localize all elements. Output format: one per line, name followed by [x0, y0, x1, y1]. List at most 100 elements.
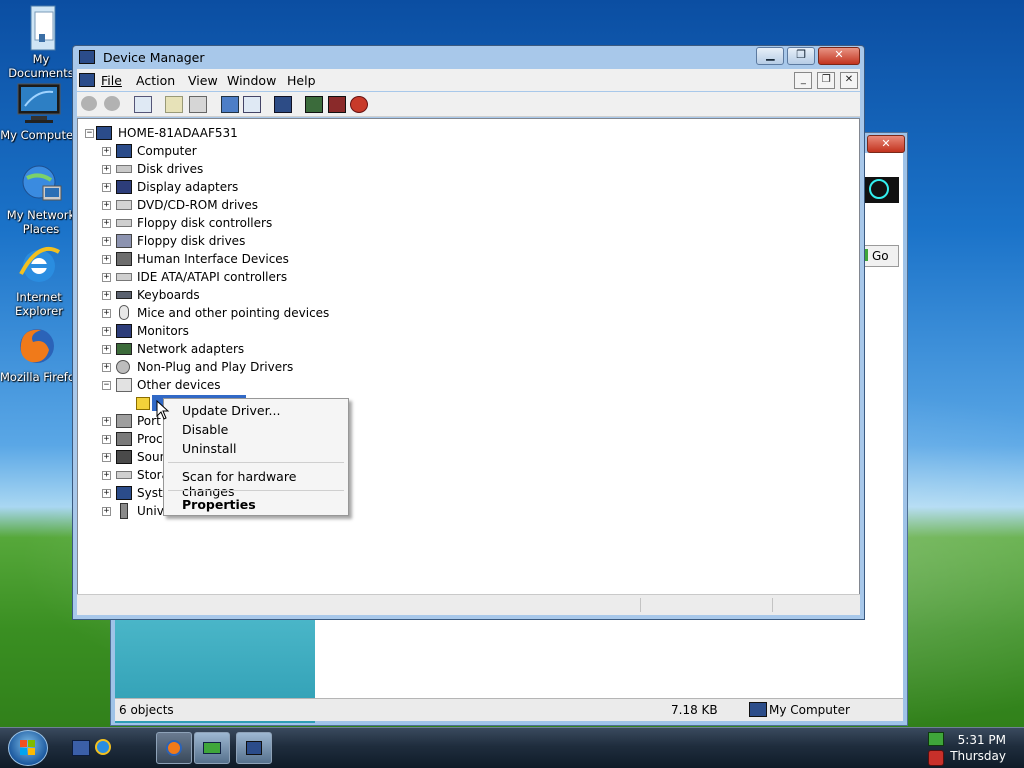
action-pane-icon[interactable] — [243, 96, 261, 113]
expand-icon[interactable]: + — [102, 291, 111, 300]
expand-icon[interactable]: + — [102, 507, 111, 516]
menu-item-update-driver[interactable]: Update Driver... — [182, 403, 280, 418]
computer-icon — [96, 126, 112, 140]
desktop-icon-mozilla-firefox[interactable]: Mozilla Firefox — [0, 324, 74, 384]
status-objects: 6 objects — [119, 703, 174, 717]
security-shield-icon[interactable] — [928, 750, 944, 766]
port-icon — [116, 414, 132, 428]
help-icon[interactable] — [221, 96, 239, 113]
mdi-close-button[interactable]: ✕ — [840, 72, 858, 89]
tree-item[interactable]: + Floppy disk drives — [78, 233, 778, 251]
window-title: Device Manager — [102, 50, 205, 65]
window-title-bar[interactable]: Device Manager — [79, 50, 205, 68]
driver-gear-icon — [116, 360, 130, 374]
computer-icon — [749, 702, 767, 717]
expand-icon[interactable]: + — [102, 183, 111, 192]
menu-file[interactable]: File — [101, 73, 122, 88]
menu-action[interactable]: Action — [136, 73, 175, 88]
processor-icon — [116, 432, 132, 446]
tree-item[interactable]: + DVD/CD-ROM drives — [78, 197, 778, 215]
tree-root[interactable]: − HOME-81ADAAF531 — [78, 125, 778, 143]
disable-device-icon[interactable] — [328, 96, 346, 113]
menu-item-disable[interactable]: Disable — [182, 422, 228, 437]
show-desktop-icon[interactable] — [72, 740, 90, 756]
mdi-minimize-button[interactable]: _ — [794, 72, 813, 89]
taskbar-button-device-manager[interactable] — [236, 732, 272, 764]
menu-window[interactable]: Window — [227, 73, 276, 88]
expand-icon[interactable]: + — [102, 201, 111, 210]
device-manager-window[interactable]: Device Manager ▁ ❐ ✕ File Action View Wi… — [72, 45, 865, 620]
firefox-icon — [15, 324, 59, 368]
quick-launch-ie-icon[interactable] — [95, 739, 111, 755]
collapse-icon[interactable]: − — [102, 381, 111, 390]
computer-icon — [116, 144, 132, 158]
device-tree[interactable]: − HOME-81ADAAF531 + Computer + Disk driv… — [77, 118, 860, 595]
expand-icon[interactable]: + — [102, 489, 111, 498]
collapse-icon[interactable]: − — [85, 129, 94, 138]
folder-icon — [19, 4, 63, 51]
show-hide-tree-icon[interactable] — [134, 96, 152, 113]
menu-view[interactable]: View — [188, 73, 218, 88]
update-driver-icon[interactable] — [305, 96, 323, 113]
expand-icon[interactable]: + — [102, 363, 111, 372]
expand-icon[interactable]: + — [102, 471, 111, 480]
tree-item-label: Network adapters — [137, 342, 245, 356]
desktop-icon-my-computer[interactable]: My Computer — [0, 82, 78, 142]
taskbar-button-explorer[interactable] — [194, 732, 230, 764]
status-divider — [772, 598, 773, 612]
menu-item-uninstall[interactable]: Uninstall — [182, 441, 237, 456]
menu-item-scan-hardware[interactable]: Scan for hardware changes — [182, 469, 348, 499]
tree-item[interactable]: + Mice and other pointing devices — [78, 305, 778, 323]
desktop-icon-label: Internet Explorer — [15, 290, 63, 318]
start-button[interactable] — [8, 730, 48, 766]
tree-item[interactable]: + Network adapters — [78, 341, 778, 359]
taskbar-button-firefox[interactable] — [156, 732, 192, 764]
scan-hardware-icon[interactable] — [274, 96, 292, 113]
tree-item[interactable]: + Display adapters — [78, 179, 778, 197]
uninstall-device-icon[interactable] — [350, 96, 368, 113]
desktop-icon-my-network-places[interactable]: My Network Places — [2, 162, 80, 236]
ring-icon — [869, 179, 889, 199]
print-icon[interactable] — [189, 96, 207, 113]
expand-icon[interactable]: + — [102, 147, 111, 156]
expand-icon[interactable]: + — [102, 237, 111, 246]
expand-icon[interactable]: + — [102, 255, 111, 264]
expand-icon[interactable]: + — [102, 327, 111, 336]
properties-icon[interactable] — [165, 96, 183, 113]
tree-item-label: Human Interface Devices — [137, 252, 289, 266]
tree-item[interactable]: + Disk drives — [78, 161, 778, 179]
expand-icon[interactable]: + — [102, 309, 111, 318]
tree-item[interactable]: + Floppy disk controllers — [78, 215, 778, 233]
close-button[interactable]: ✕ — [818, 47, 860, 65]
tree-item[interactable]: + IDE ATA/ATAPI controllers — [78, 269, 778, 287]
network-adapter-icon — [116, 343, 132, 355]
expand-icon[interactable]: + — [102, 345, 111, 354]
tree-item[interactable]: + Non-Plug and Play Drivers — [78, 359, 778, 377]
expand-icon[interactable]: + — [102, 453, 111, 462]
expand-icon[interactable]: + — [102, 219, 111, 228]
tree-item-other-devices[interactable]: − Other devices — [78, 377, 778, 395]
clock[interactable]: 5:31 PM Thursday — [950, 732, 1006, 764]
expand-icon[interactable]: + — [102, 165, 111, 174]
display-adapter-icon — [116, 180, 132, 194]
restore-button[interactable]: ❐ — [787, 47, 816, 65]
tree-item-label: Computer — [137, 144, 197, 158]
expand-icon[interactable]: + — [102, 273, 111, 282]
expand-icon[interactable]: + — [102, 417, 111, 426]
background-window-close-button[interactable]: ✕ — [867, 135, 905, 153]
desktop-icon-internet-explorer[interactable]: Internet Explorer — [0, 244, 78, 318]
mdi-restore-button[interactable]: ❐ — [817, 72, 836, 89]
tree-item[interactable]: + Computer — [78, 143, 778, 161]
tree-item[interactable]: + Monitors — [78, 323, 778, 341]
minimize-button[interactable]: ▁ — [756, 47, 785, 65]
menu-item-properties[interactable]: Properties — [182, 497, 256, 512]
menu-help[interactable]: Help — [287, 73, 316, 88]
tree-item[interactable]: + Keyboards — [78, 287, 778, 305]
unknown-device-icon — [116, 378, 132, 392]
back-icon[interactable] — [81, 96, 97, 111]
desktop-icon-my-documents[interactable]: My Documents — [2, 4, 80, 80]
network-tray-icon[interactable] — [928, 732, 944, 746]
forward-icon[interactable] — [104, 96, 120, 111]
tree-item[interactable]: + Human Interface Devices — [78, 251, 778, 269]
expand-icon[interactable]: + — [102, 435, 111, 444]
